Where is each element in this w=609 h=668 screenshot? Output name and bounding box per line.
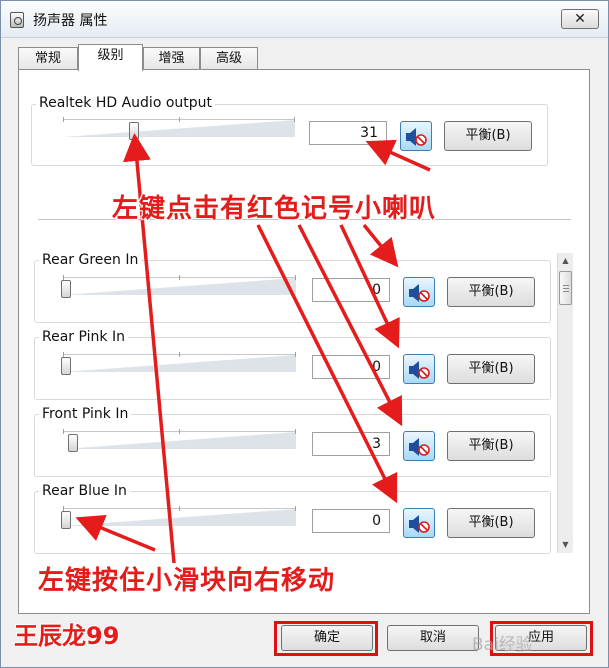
- speaker-muted-icon: [409, 284, 430, 302]
- author-signature: 王辰龙99: [14, 622, 120, 650]
- channel-slider-thumb-rear-green[interactable]: [61, 280, 71, 298]
- main-output-balance-button[interactable]: 平衡(B): [444, 121, 532, 151]
- slider-tick: [179, 275, 180, 280]
- speaker-muted-icon: [409, 361, 430, 379]
- channel-mute-button-front-pink[interactable]: [403, 431, 435, 461]
- channel-balance-button-front-pink[interactable]: 平衡(B): [447, 431, 535, 461]
- main-output-mute-button[interactable]: [400, 121, 432, 151]
- channel-value-front-pink[interactable]: 3: [312, 432, 390, 456]
- main-output-value[interactable]: 31: [309, 121, 387, 145]
- slider-tick: [294, 117, 295, 122]
- tab-enhancements[interactable]: 增强: [143, 47, 200, 69]
- grip-line: [563, 288, 569, 289]
- annotation-drag-slider: 左键按住小滑块向右移动: [38, 566, 336, 596]
- scroll-down-arrow-icon[interactable]: ▼: [558, 537, 573, 553]
- channel-value-rear-green[interactable]: 0: [312, 278, 390, 302]
- slider-tick: [295, 429, 296, 434]
- window-title: 扬声器 属性: [33, 13, 108, 29]
- grip-line: [563, 285, 569, 286]
- slider-tick: [63, 429, 64, 434]
- channel-balance-button-rear-pink[interactable]: 平衡(B): [447, 354, 535, 384]
- slider-tick: [295, 506, 296, 511]
- speaker-muted-icon: [409, 438, 430, 456]
- title-bar: 扬声器 属性 ✕: [1, 1, 608, 38]
- slider-tick: [295, 275, 296, 280]
- channels-scrollbar[interactable]: ▲ ▼: [557, 253, 573, 553]
- speaker-properties-icon: [10, 12, 24, 28]
- cancel-button[interactable]: 取消: [387, 625, 479, 651]
- slider-tick: [179, 117, 180, 122]
- main-output-slider-thumb[interactable]: [129, 122, 139, 140]
- scrollbar-thumb[interactable]: [559, 271, 572, 305]
- speaker-muted-icon: [409, 515, 430, 533]
- tab-advanced[interactable]: 高级: [200, 47, 258, 69]
- channel-value-rear-pink[interactable]: 0: [312, 355, 390, 379]
- tab-general[interactable]: 常规: [18, 47, 78, 69]
- channel-value-rear-blue[interactable]: 0: [312, 509, 390, 533]
- channel-slider-thumb-front-pink[interactable]: [68, 434, 78, 452]
- channel-mute-button-rear-pink[interactable]: [403, 354, 435, 384]
- slider-tick: [179, 352, 180, 357]
- channel-mute-button-rear-green[interactable]: [403, 277, 435, 307]
- grip-line: [563, 291, 569, 292]
- channel-balance-button-rear-blue[interactable]: 平衡(B): [447, 508, 535, 538]
- close-icon: ✕: [574, 11, 586, 27]
- ok-button[interactable]: 确定: [281, 625, 373, 651]
- channel-slider-thumb-rear-blue[interactable]: [61, 511, 71, 529]
- scroll-up-arrow-icon[interactable]: ▲: [558, 253, 573, 269]
- channel-label-rear-pink: Rear Pink In: [39, 329, 128, 345]
- slider-tick: [179, 506, 180, 511]
- channel-label-front-pink: Front Pink In: [39, 406, 132, 422]
- slider-tick: [63, 117, 64, 122]
- annotation-click-speaker: 左键点击有红色记号小喇叭: [112, 194, 437, 224]
- watermark: Bai经验: [472, 635, 533, 655]
- speaker-muted-icon: [406, 128, 427, 146]
- channel-label-rear-green: Rear Green In: [39, 252, 142, 268]
- channel-slider-thumb-rear-pink[interactable]: [61, 357, 71, 375]
- channel-balance-button-rear-green[interactable]: 平衡(B): [447, 277, 535, 307]
- slider-tick: [295, 352, 296, 357]
- slider-tick: [179, 429, 180, 434]
- tab-levels[interactable]: 级别: [78, 44, 143, 71]
- channel-mute-button-rear-blue[interactable]: [403, 508, 435, 538]
- main-output-label: Realtek HD Audio output: [36, 95, 216, 111]
- close-button[interactable]: ✕: [561, 9, 599, 29]
- channel-label-rear-blue: Rear Blue In: [39, 483, 130, 499]
